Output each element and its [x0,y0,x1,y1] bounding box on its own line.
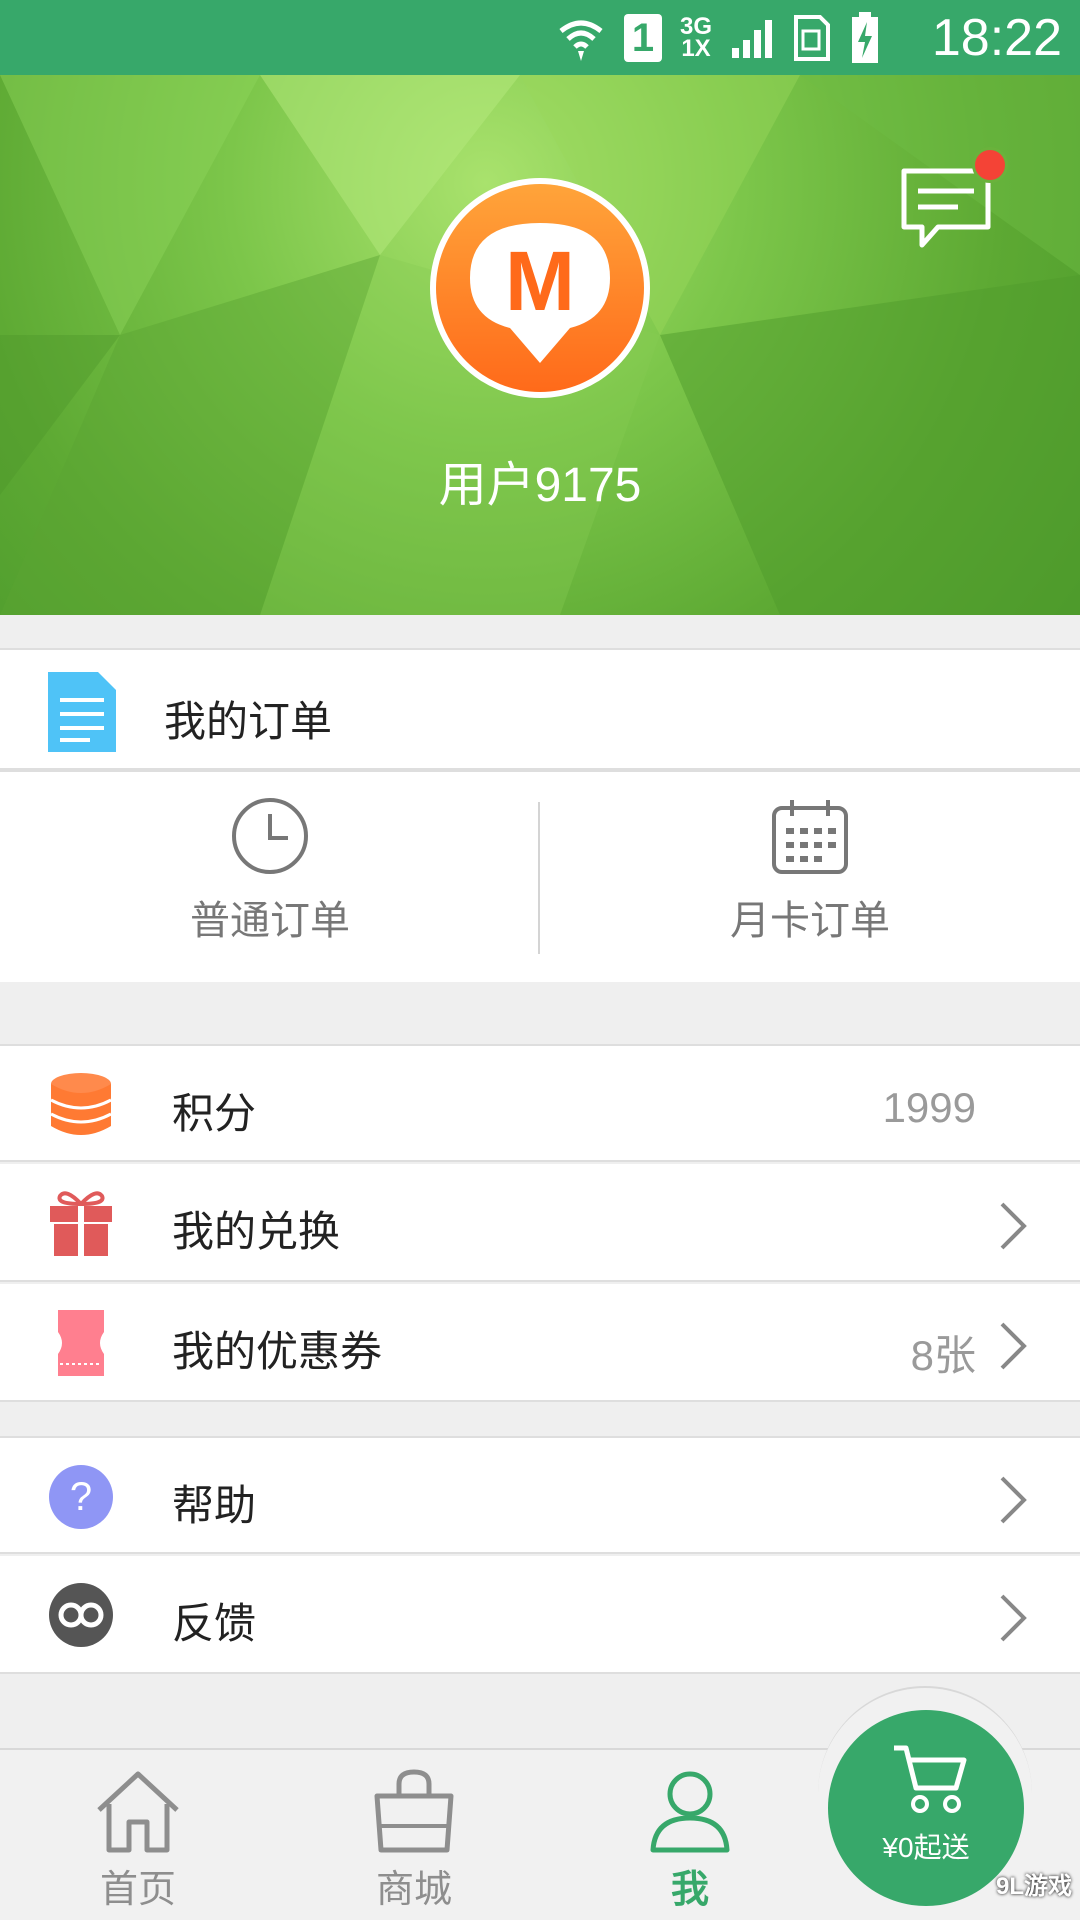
tab-me-label: 我 [670,1867,709,1911]
feedback-label: 反馈 [172,1599,257,1648]
my-orders-row[interactable]: 我的订单 [0,648,1080,770]
battery-charging-icon [852,12,878,63]
coins-icon [50,1073,112,1135]
points-label: 积分 [172,1089,257,1138]
chevron-right-icon [1000,1594,1027,1642]
tab-home-label: 首页 [99,1867,176,1911]
chevron-right-icon [1000,1322,1027,1370]
wifi-icon [559,20,603,61]
cart-icon [894,1745,967,1813]
unread-badge [972,147,1008,183]
watermark-logo: 9L游戏 [995,1873,1072,1900]
network-type: 3G 1X [679,13,712,62]
avatar-letter: M [505,234,575,328]
clock-icon [232,798,308,874]
help-icon: ? [49,1465,113,1529]
status-bar: 1 3G 1X 18:22 [0,0,1080,75]
svg-text:?: ? [70,1475,92,1519]
calendar-icon [772,800,848,874]
document-icon [48,672,116,752]
my-exchange-row[interactable]: 我的兑换 [0,1164,1080,1282]
regular-orders-label: 普通订单 [190,898,350,944]
my-exchange-label: 我的兑换 [172,1207,341,1256]
feedback-row[interactable]: 反馈 [0,1556,1080,1674]
order-types: 普通订单 月卡订单 [0,770,1080,982]
tab-home[interactable]: 首页 [38,1750,238,1920]
coupon-count: 8张 [910,1332,976,1379]
monthly-card-orders-label: 月卡订单 [730,898,890,944]
map-pin-icon: M [470,223,610,363]
signal-icon [732,20,772,58]
clock: 18:22 [931,9,1062,67]
points-value: 1999 [882,1084,976,1131]
sim-icon: 1 [623,14,662,62]
tab-mall-label: 商城 [375,1867,452,1911]
avatar[interactable]: M [430,178,650,398]
message-button[interactable] [898,147,1008,257]
my-coupons-row[interactable]: 我的优惠券 8张 [0,1284,1080,1402]
help-label: 帮助 [172,1481,257,1530]
regular-orders-button[interactable]: 普通订单 [0,772,540,984]
username: 用户9175 [438,459,642,512]
tab-mall[interactable]: 商城 [314,1750,514,1920]
coupon-icon [58,1310,104,1376]
status-icons: 1 3G 1X [556,10,880,66]
help-row[interactable]: ? 帮助 [0,1436,1080,1554]
avatar-logo: M [436,184,644,392]
profile-header: M 用户9175 [0,75,1080,615]
gift-icon [50,1191,112,1256]
cart-label: ¥0起送 [882,1832,970,1863]
feedback-icon [49,1583,113,1647]
tab-me[interactable]: 我 [590,1750,790,1920]
my-orders-label: 我的订单 [164,697,333,746]
cart-button[interactable]: ¥0起送 [828,1710,1024,1906]
user-icon [650,1771,730,1853]
shopping-bag-icon [374,1769,454,1853]
monthly-card-orders-button[interactable]: 月卡订单 [540,772,1080,984]
home-icon [97,1771,179,1853]
points-row[interactable]: 积分 1999 [0,1044,1080,1162]
sim-card-icon [794,15,830,61]
my-coupons-label: 我的优惠券 [172,1327,383,1376]
chevron-right-icon [1000,1476,1027,1524]
chevron-right-icon [1000,1202,1027,1250]
